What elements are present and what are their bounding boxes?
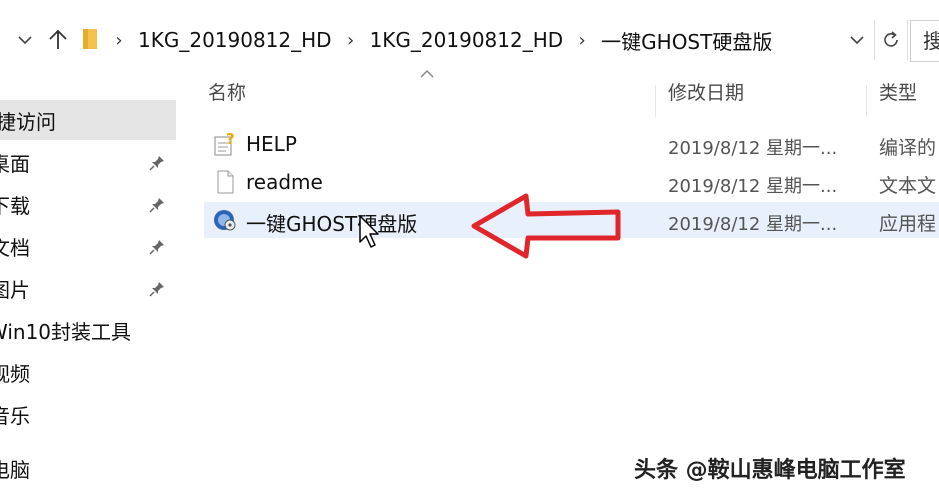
column-divider[interactable] — [655, 85, 656, 117]
address-bar: › 1KG_20190812_HD › 1KG_20190812_HD › 一键… — [0, 0, 939, 80]
chevron-right-icon[interactable]: › — [569, 30, 595, 51]
column-divider[interactable] — [866, 85, 867, 117]
file-row-help[interactable]: ? HELP 2019/8/12 星期一... 编译的 — [204, 126, 939, 162]
folder-icon — [80, 26, 106, 54]
chevron-right-icon[interactable]: › — [106, 30, 132, 51]
help-file-icon: ? — [212, 130, 238, 157]
pin-icon — [148, 237, 166, 255]
sidebar-item-label: 捷访问 — [0, 109, 56, 134]
file-modified: 2019/8/12 星期一... — [668, 138, 838, 159]
sidebar-item-desktop[interactable]: 桌面 — [0, 142, 176, 182]
sidebar-item-label: 视频 — [0, 361, 30, 386]
sidebar-item-quick-access[interactable]: 捷访问 — [0, 100, 176, 140]
sidebar-item-pictures[interactable]: 图片 — [0, 268, 176, 308]
text-file-icon — [212, 169, 238, 195]
ghost-app-icon — [212, 207, 238, 233]
file-type: 编译的 — [879, 137, 937, 159]
sort-ascending-icon — [420, 64, 434, 83]
annotation-arrow-icon — [468, 190, 628, 264]
breadcrumb-item[interactable]: 1KG_20190812_HD — [364, 28, 570, 52]
file-name: HELP — [246, 132, 297, 156]
sidebar-item-downloads[interactable]: 下载 — [0, 184, 176, 224]
file-modified: 2019/8/12 星期一... — [668, 176, 838, 197]
sidebar-item-label: 音乐 — [0, 403, 30, 428]
mouse-pointer-icon — [358, 214, 382, 254]
navigation-pane: 捷访问 桌面 下载 文档 图片 Win10封装工具 视频 音乐 电脑 — [0, 80, 176, 500]
pin-icon — [148, 195, 166, 213]
breadcrumb-item[interactable]: 1KG_20190812_HD — [132, 28, 338, 52]
sidebar-item-label: Win10封装工具 — [0, 319, 132, 344]
search-input[interactable]: 搜 — [910, 20, 939, 62]
sidebar-item-label: 文档 — [0, 235, 30, 260]
file-name: 一键GHOST硬盘版 — [246, 212, 418, 236]
recent-locations-chevron-icon[interactable] — [12, 22, 38, 58]
column-header-modified[interactable]: 修改日期 — [668, 78, 744, 105]
chevron-right-icon[interactable]: › — [338, 30, 364, 51]
sidebar-item-documents[interactable]: 文档 — [0, 226, 176, 266]
column-header-name[interactable]: 名称 — [208, 78, 246, 105]
sidebar-item-label: 图片 — [0, 277, 30, 302]
sidebar-item-label: 桌面 — [0, 151, 30, 176]
file-type: 应用程 — [879, 213, 937, 235]
svg-text:?: ? — [226, 131, 235, 148]
sidebar-item-videos[interactable]: 视频 — [0, 352, 176, 392]
sidebar-item-this-pc[interactable]: 电脑 — [0, 448, 176, 488]
file-modified: 2019/8/12 星期一... — [668, 214, 838, 235]
file-name: readme — [246, 170, 323, 194]
watermark: 头条 @鞍山惠峰电脑工作室 — [634, 458, 906, 483]
refresh-icon[interactable] — [874, 20, 908, 60]
column-header-type[interactable]: 类型 — [879, 78, 917, 105]
file-type: 文本文 — [879, 175, 937, 197]
pin-icon — [148, 279, 166, 297]
sidebar-item-music[interactable]: 音乐 — [0, 394, 176, 434]
breadcrumb-item[interactable]: 一键GHOST硬盘版 — [595, 26, 778, 55]
breadcrumb: › 1KG_20190812_HD › 1KG_20190812_HD › 一键… — [80, 21, 870, 59]
address-dropdown-icon[interactable] — [842, 22, 872, 58]
sidebar-item-label: 下载 — [0, 193, 30, 218]
sidebar-item-label: 电脑 — [0, 457, 30, 482]
sidebar-item-win10-tools[interactable]: Win10封装工具 — [0, 310, 176, 350]
pin-icon — [148, 153, 166, 171]
up-arrow-icon[interactable] — [42, 22, 74, 58]
